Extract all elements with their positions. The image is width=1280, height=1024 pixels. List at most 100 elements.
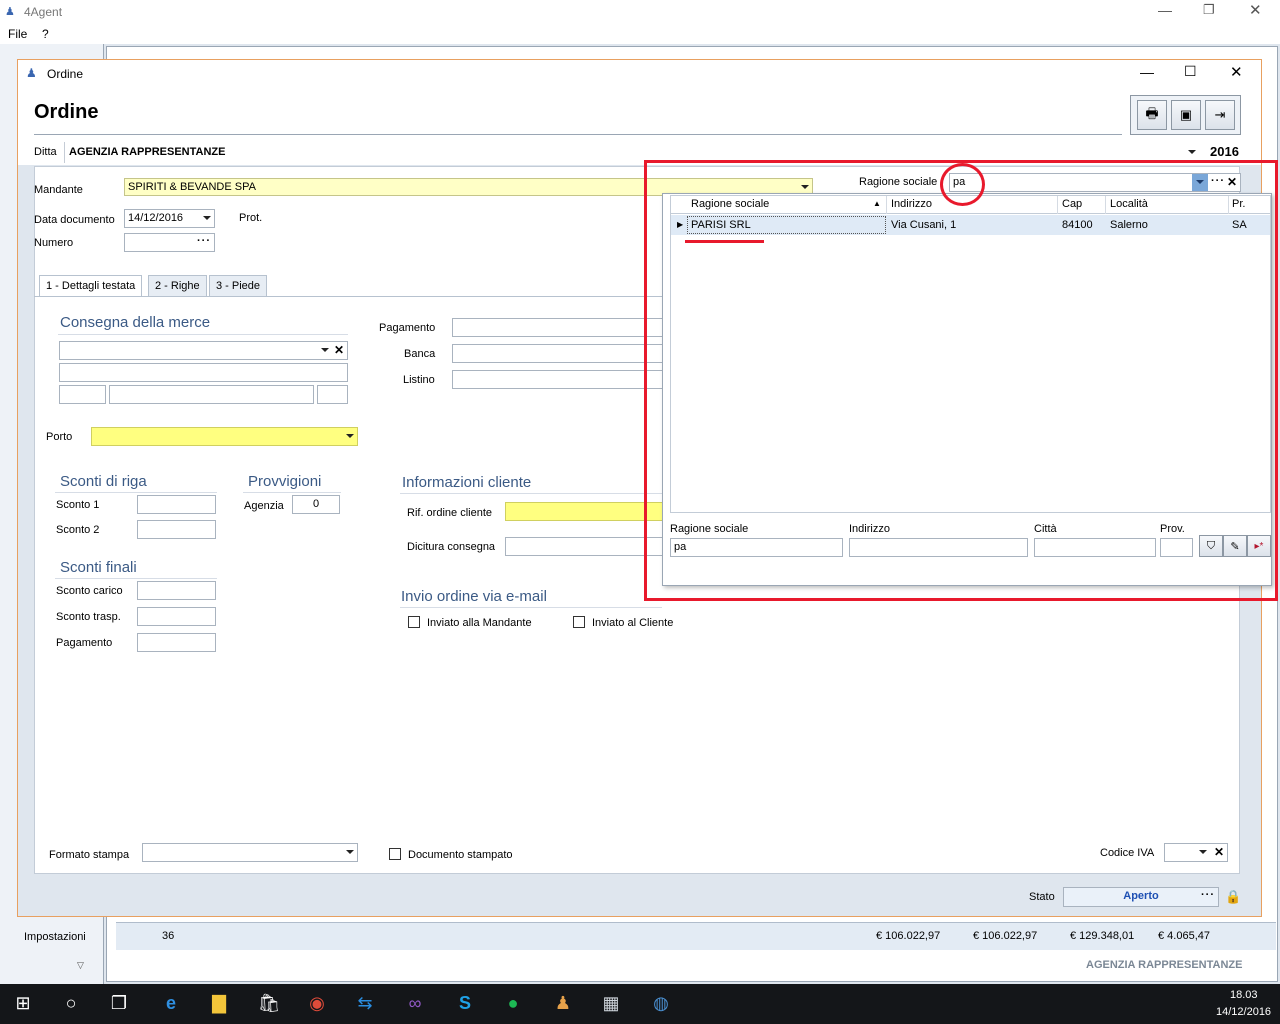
consegna-title: Consegna della merce: [60, 314, 211, 331]
dialog-close-button[interactable]: ✕: [1230, 63, 1243, 81]
app-taskbar-icon[interactable]: ▦: [596, 988, 626, 1018]
formato-stampa-select[interactable]: [142, 843, 358, 862]
skype-icon[interactable]: S: [450, 988, 480, 1018]
task-view-icon[interactable]: ❐: [104, 988, 134, 1018]
dialog-heading: Ordine: [34, 101, 99, 123]
year-value[interactable]: 2016: [1210, 144, 1239, 159]
summary-value-2: € 106.022,97: [973, 930, 1038, 942]
rif-ordine-input[interactable]: [505, 502, 663, 521]
sconto-trasp-input[interactable]: [137, 607, 216, 626]
data-documento-input[interactable]: 14/12/2016: [124, 209, 215, 228]
teamviewer-icon[interactable]: ⇆: [350, 988, 380, 1018]
spotify-icon[interactable]: ●: [498, 988, 528, 1018]
banca-input[interactable]: [452, 344, 664, 363]
calendar-chevron-down-icon[interactable]: [203, 216, 211, 220]
consegna-prov-input[interactable]: [317, 385, 348, 404]
ditta-value[interactable]: AGENZIA RAPPRESENTANZE: [69, 146, 225, 158]
exit-door-icon: ⇥: [1214, 107, 1226, 122]
numero-input[interactable]: ···: [124, 233, 215, 252]
sconti-riga-underline: [55, 492, 217, 493]
tab-righe[interactable]: 2 - Righe: [148, 275, 207, 296]
save-button[interactable]: ▣: [1171, 100, 1201, 130]
file-explorer-icon[interactable]: ▇: [204, 988, 234, 1018]
pagamento2-input[interactable]: [137, 633, 216, 652]
consegna-clear-icon[interactable]: ✕: [334, 343, 344, 357]
tab-dettagli-testata[interactable]: 1 - Dettagli testata: [39, 275, 143, 297]
dicitura-input[interactable]: [505, 537, 663, 556]
data-documento-label: Data documento: [34, 214, 115, 226]
invio-underline: [400, 607, 662, 608]
visual-studio-icon[interactable]: ∞: [400, 988, 430, 1018]
documento-stampato-checkbox[interactable]: [389, 848, 401, 860]
app-close-button[interactable]: ✕: [1249, 1, 1262, 19]
tab-piede[interactable]: 3 - Piede: [209, 275, 268, 296]
inviato-mandante-checkbox[interactable]: [408, 616, 420, 628]
ditta-separator: [64, 142, 65, 163]
chrome-icon[interactable]: ◉: [302, 988, 332, 1018]
taskbar: [0, 984, 1280, 1024]
codice-iva-clear-icon[interactable]: ✕: [1214, 845, 1224, 859]
ditta-chevron-down-icon[interactable]: [1188, 150, 1196, 154]
stato-field[interactable]: Aperto ···: [1063, 887, 1219, 907]
app-menubar: File ?: [0, 24, 1280, 44]
inviato-mandante-label: Inviato alla Mandante: [427, 617, 532, 629]
4agent-taskbar-icon[interactable]: ♟: [548, 988, 578, 1018]
consegna-destinazione-select[interactable]: ✕: [59, 341, 348, 360]
summary-value-1: € 106.022,97: [876, 930, 941, 942]
pagamento-input[interactable]: [452, 318, 664, 337]
edge-icon[interactable]: e: [156, 988, 186, 1018]
mandante-value: SPIRITI & BEVANDE SPA: [128, 181, 256, 193]
formato-stampa-chevron-down-icon[interactable]: [346, 850, 354, 854]
info-cliente-underline: [400, 493, 662, 494]
summary-count: 36: [162, 930, 175, 942]
exit-button[interactable]: ⇥: [1205, 100, 1235, 130]
sconto2-input[interactable]: [137, 520, 216, 539]
store-icon[interactable]: 🛍: [254, 988, 284, 1018]
inviato-cliente-checkbox[interactable]: [573, 616, 585, 628]
menu-help[interactable]: ?: [42, 27, 49, 41]
prot-label: Prot.: [239, 212, 263, 224]
codice-iva-chevron-down-icon[interactable]: [1199, 850, 1207, 854]
menu-file[interactable]: File: [8, 27, 27, 41]
codice-iva-select[interactable]: ✕: [1164, 843, 1228, 862]
sconto1-input[interactable]: [137, 495, 216, 514]
provvigioni-underline: [243, 492, 341, 493]
dialog-window-title: Ordine: [47, 67, 84, 81]
sidebar-item-impostazioni[interactable]: Impostazioni: [24, 931, 86, 943]
dialog-maximize-button[interactable]: ☐: [1184, 63, 1197, 80]
outlook-taskbar-icon[interactable]: ◍: [646, 988, 676, 1018]
porto-select[interactable]: [91, 427, 358, 446]
consegna-underline: [58, 334, 348, 335]
dialog-logo-icon: ♟: [26, 66, 37, 80]
consegna-localita-input[interactable]: [109, 385, 314, 404]
lock-icon[interactable]: 🔒: [1225, 889, 1241, 905]
annotation-underline: [685, 240, 764, 243]
listino-input[interactable]: [452, 370, 664, 389]
stato-ellipsis-icon[interactable]: ···: [1201, 889, 1215, 901]
print-button[interactable]: 🖶: [1137, 100, 1167, 130]
pagamento2-label: Pagamento: [56, 637, 113, 649]
porto-chevron-down-icon[interactable]: [346, 434, 354, 438]
app-summary-row: 36 € 106.022,97 € 106.022,97 € 129.348,0…: [116, 922, 1276, 950]
dialog-minimize-button[interactable]: —: [1140, 64, 1154, 80]
search-icon[interactable]: ○: [56, 988, 86, 1018]
app-title: 4Agent: [24, 5, 63, 19]
consegna-cap-input[interactable]: [59, 385, 106, 404]
info-cliente-title: Informazioni cliente: [402, 474, 532, 491]
agenzia-value: 0: [312, 498, 320, 510]
consegna-indirizzo-input[interactable]: [59, 363, 348, 382]
agenzia-label: Agenzia: [244, 500, 284, 512]
formato-stampa-label: Formato stampa: [49, 849, 130, 861]
app-company-footer: AGENZIA RAPPRESENTANZE: [1086, 959, 1243, 971]
app-minimize-button[interactable]: —: [1158, 2, 1172, 18]
app-restore-button[interactable]: ❐: [1203, 2, 1215, 18]
sidebar-chevron-down-icon[interactable]: ▽: [77, 960, 84, 971]
numero-ellipsis-icon[interactable]: ···: [197, 235, 211, 247]
sconto-carico-label: Sconto carico: [56, 585, 123, 597]
consegna-chevron-down-icon[interactable]: [321, 348, 329, 352]
windows-start-icon[interactable]: ⊞: [8, 988, 38, 1018]
agenzia-input[interactable]: 0: [292, 495, 340, 514]
dicitura-label: Dicitura consegna: [407, 541, 496, 553]
mandante-label: Mandante: [34, 184, 83, 196]
sconto-carico-input[interactable]: [137, 581, 216, 600]
